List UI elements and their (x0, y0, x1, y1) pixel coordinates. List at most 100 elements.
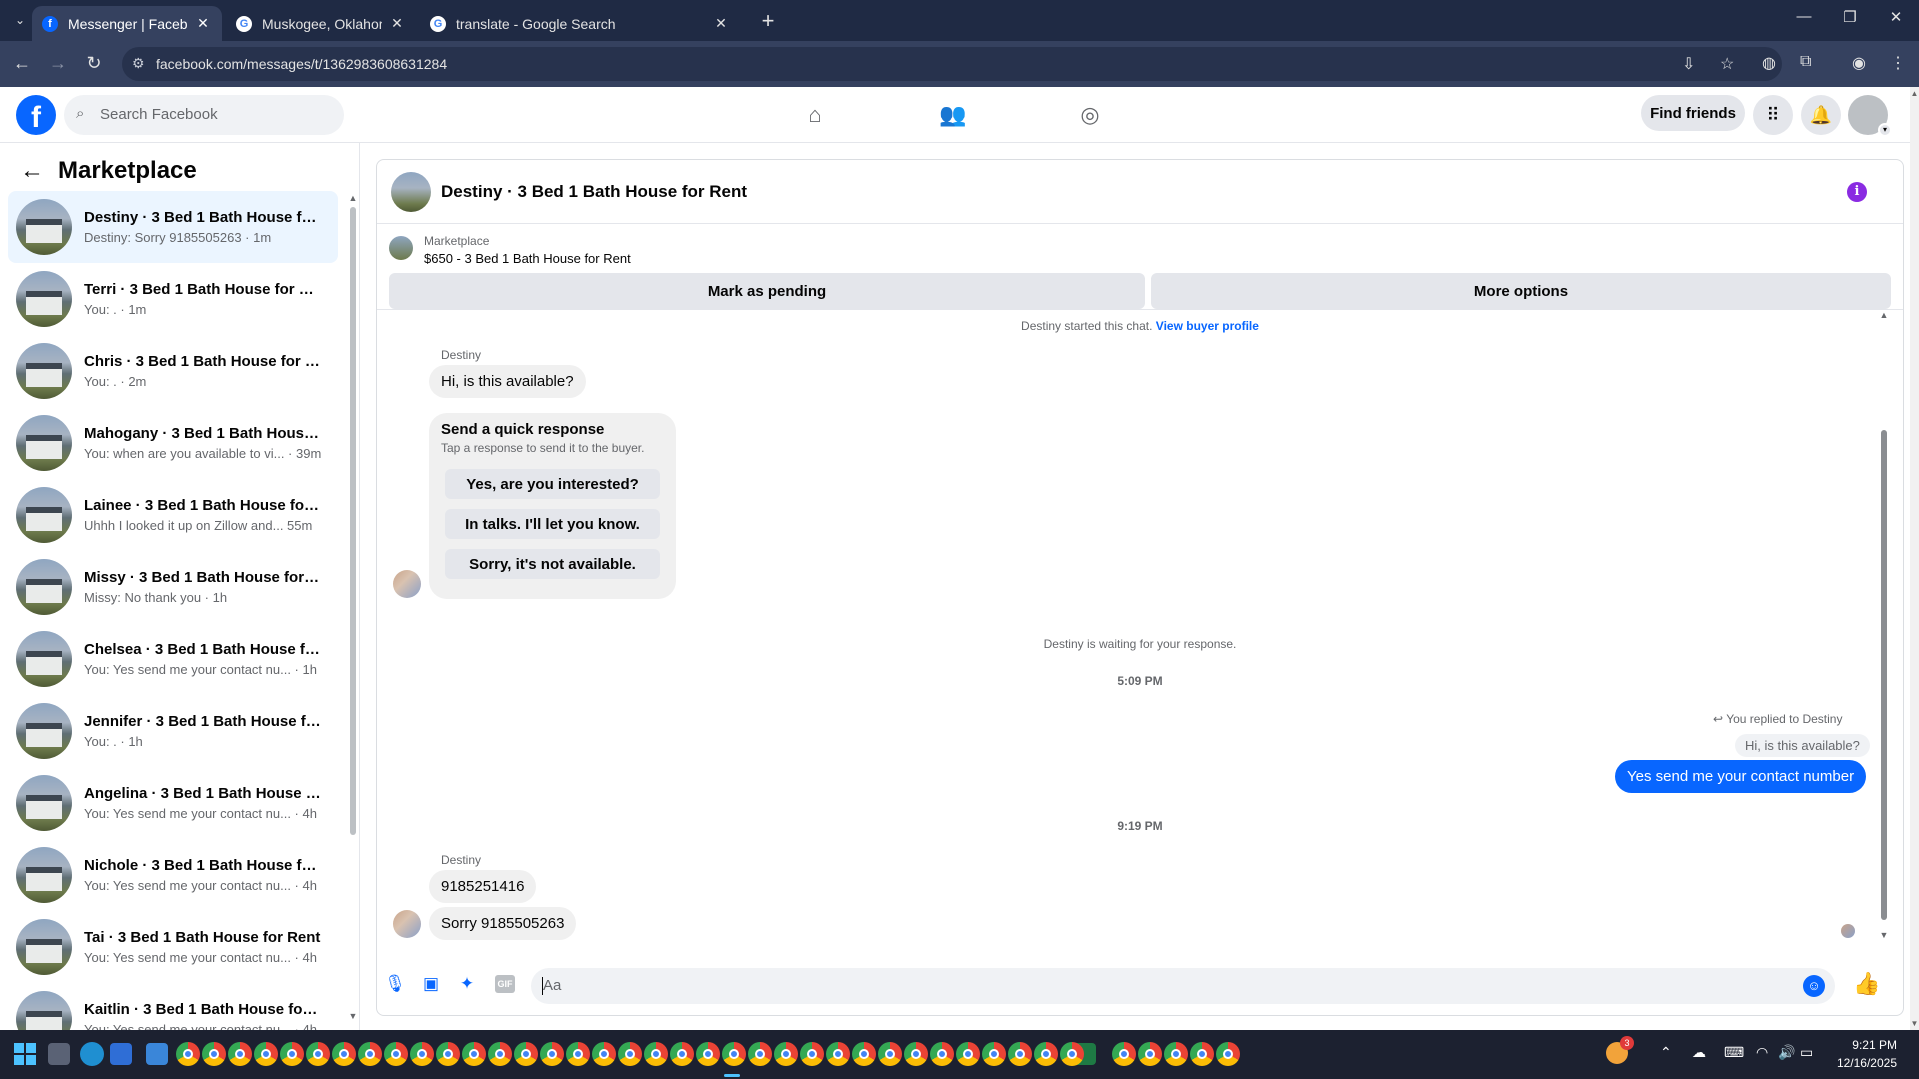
find-friends-button[interactable]: Find friends (1641, 95, 1745, 131)
install-app-icon[interactable]: ⇩ (1682, 54, 1695, 74)
menu-grid-icon[interactable]: ⠿ (1753, 95, 1793, 135)
chrome-taskbar-icon[interactable] (982, 1042, 1006, 1066)
window-close-icon[interactable]: ✕ (1876, 8, 1916, 26)
chrome-taskbar-icon[interactable] (644, 1042, 668, 1066)
info-icon[interactable]: i (1847, 182, 1867, 202)
tray-overflow-icon[interactable]: ⌃ (1660, 1044, 1672, 1061)
reload-icon[interactable]: ↻ (82, 53, 106, 74)
volume-icon[interactable]: 🔊 (1778, 1044, 1795, 1061)
profile-icon[interactable]: ◉ (1852, 53, 1866, 73)
listing-avatar[interactable] (391, 172, 431, 212)
extensions-icon[interactable]: ⧉ (1800, 53, 1811, 71)
chrome-taskbar-icon[interactable] (722, 1042, 746, 1066)
close-icon[interactable]: ✕ (712, 15, 730, 32)
emoji-icon[interactable]: ☺ (1803, 975, 1825, 997)
page-scrollbar[interactable]: ▲ ▼ (1910, 87, 1919, 1030)
close-icon[interactable]: ✕ (388, 15, 406, 32)
chrome-taskbar-icon[interactable] (878, 1042, 902, 1066)
chrome-taskbar-icon[interactable] (1190, 1042, 1214, 1066)
chrome-taskbar-icon[interactable] (1216, 1042, 1240, 1066)
translate-icon[interactable]: ◍ (1762, 53, 1776, 73)
chrome-taskbar-icon[interactable] (670, 1042, 694, 1066)
chrome-taskbar-icon[interactable] (1060, 1042, 1084, 1066)
windows-start-icon[interactable] (14, 1043, 36, 1065)
facebook-logo-icon[interactable]: f (16, 95, 56, 135)
chrome-taskbar-icon[interactable] (748, 1042, 772, 1066)
like-icon[interactable]: 👍 (1853, 970, 1881, 998)
search-input[interactable]: ⌕ Search Facebook (64, 95, 344, 135)
sidebar-scrollbar[interactable]: ▲ ▼ (348, 191, 358, 1021)
view-buyer-profile-link[interactable]: View buyer profile (1156, 319, 1259, 333)
address-bar[interactable]: ⚙ facebook.com/messages/t/13629836086312… (122, 47, 1782, 81)
photo-icon[interactable]: ▣ (419, 972, 443, 996)
scroll-up-icon[interactable]: ▲ (1877, 310, 1891, 320)
menu-icon[interactable]: ⋮ (1890, 53, 1906, 73)
chrome-taskbar-icon[interactable] (202, 1042, 226, 1066)
tab-messenger[interactable]: f Messenger | Facebook ✕ (32, 6, 222, 41)
forward-icon[interactable]: → (46, 53, 70, 74)
groups-icon[interactable]: ◎ (1070, 95, 1110, 135)
chrome-taskbar-icon[interactable] (306, 1042, 330, 1066)
chrome-taskbar-icon[interactable] (618, 1042, 642, 1066)
incoming-message[interactable]: Hi, is this available? (429, 365, 586, 398)
outlook-icon[interactable] (110, 1043, 132, 1065)
chrome-taskbar-icon[interactable] (462, 1042, 486, 1066)
scroll-down-icon[interactable]: ▼ (348, 1011, 358, 1021)
chat-title[interactable]: Destiny · 3 Bed 1 Bath House for Rent (441, 182, 747, 202)
chrome-taskbar-icon[interactable] (826, 1042, 850, 1066)
notifications-bell-icon[interactable]: 🔔 (1801, 95, 1841, 135)
scroll-down-icon[interactable]: ▼ (1877, 930, 1891, 940)
quick-response-option[interactable]: In talks. I'll let you know. (445, 509, 660, 539)
conversation-item[interactable]: Lainee · 3 Bed 1 Bath House for ... Uhhh … (8, 479, 338, 551)
tab-search-button[interactable]: ⌄ (6, 8, 34, 32)
listing-description[interactable]: $650 - 3 Bed 1 Bath House for Rent (424, 251, 631, 266)
chrome-taskbar-icon[interactable] (956, 1042, 980, 1066)
chrome-taskbar-icon[interactable] (358, 1042, 382, 1066)
new-tab-button[interactable]: + (756, 8, 780, 34)
tab-translate[interactable]: G translate - Google Search ✕ (420, 6, 740, 41)
chrome-taskbar-icon[interactable] (514, 1042, 538, 1066)
tab-muskogee[interactable]: G Muskogee, Oklahoma - Google ✕ (226, 6, 416, 41)
chat-scrollbar[interactable]: ▲ ▼ (1877, 310, 1891, 940)
microphone-icon[interactable]: 🎙 (383, 972, 407, 996)
conversation-item[interactable]: Missy · 3 Bed 1 Bath House for R... Missy… (8, 551, 338, 623)
chrome-taskbar-icon[interactable] (592, 1042, 616, 1066)
chrome-taskbar-icon[interactable] (254, 1042, 278, 1066)
listing-thumbnail[interactable] (389, 236, 413, 260)
scrollbar-thumb[interactable] (350, 207, 356, 835)
onedrive-icon[interactable]: ☁ (1692, 1044, 1706, 1061)
back-arrow-icon[interactable]: ← (20, 157, 44, 185)
outgoing-message[interactable]: Yes send me your contact number (1615, 760, 1867, 793)
task-view-icon[interactable] (48, 1043, 70, 1065)
chrome-taskbar-icon[interactable] (1008, 1042, 1032, 1066)
message-input[interactable]: Aa ☺ (531, 968, 1835, 1004)
chrome-taskbar-icon[interactable] (228, 1042, 252, 1066)
bookmark-star-icon[interactable]: ☆ (1720, 54, 1734, 74)
sender-avatar[interactable] (393, 910, 421, 938)
chrome-taskbar-icon[interactable] (1138, 1042, 1162, 1066)
wifi-icon[interactable]: ◠ (1756, 1044, 1768, 1061)
conversation-item[interactable]: Destiny · 3 Bed 1 Bath House for... Desti… (8, 191, 338, 263)
conversation-item[interactable]: Kaitlin · 3 Bed 1 Bath House for ... You:… (8, 983, 338, 1030)
chrome-taskbar-icon[interactable] (566, 1042, 590, 1066)
minimize-icon[interactable]: — (1784, 8, 1824, 25)
mark-as-pending-button[interactable]: Mark as pending (389, 273, 1145, 309)
chrome-taskbar-icon[interactable] (280, 1042, 304, 1066)
edge-icon[interactable] (80, 1042, 104, 1066)
quick-response-option[interactable]: Yes, are you interested? (445, 469, 660, 499)
scroll-up-icon[interactable]: ▲ (348, 193, 358, 203)
chrome-taskbar-icon[interactable] (332, 1042, 356, 1066)
back-icon[interactable]: ← (10, 53, 34, 74)
gif-icon[interactable]: GIF (495, 975, 515, 993)
restore-icon[interactable]: ❐ (1830, 8, 1870, 26)
more-options-button[interactable]: More options (1151, 273, 1891, 309)
incoming-message[interactable]: 9185251416 (429, 870, 537, 903)
chrome-taskbar-icon[interactable] (930, 1042, 954, 1066)
chrome-taskbar-icon[interactable] (436, 1042, 460, 1066)
conversation-item[interactable]: Chelsea · 3 Bed 1 Bath House for... You: … (8, 623, 338, 695)
chrome-taskbar-icon[interactable] (540, 1042, 564, 1066)
chrome-taskbar-icon[interactable] (774, 1042, 798, 1066)
chrome-taskbar-icon[interactable] (904, 1042, 928, 1066)
conversation-item[interactable]: Tai · 3 Bed 1 Bath House for Rent You: Ye… (8, 911, 338, 983)
conversation-item[interactable]: Nichole · 3 Bed 1 Bath House for... You: … (8, 839, 338, 911)
